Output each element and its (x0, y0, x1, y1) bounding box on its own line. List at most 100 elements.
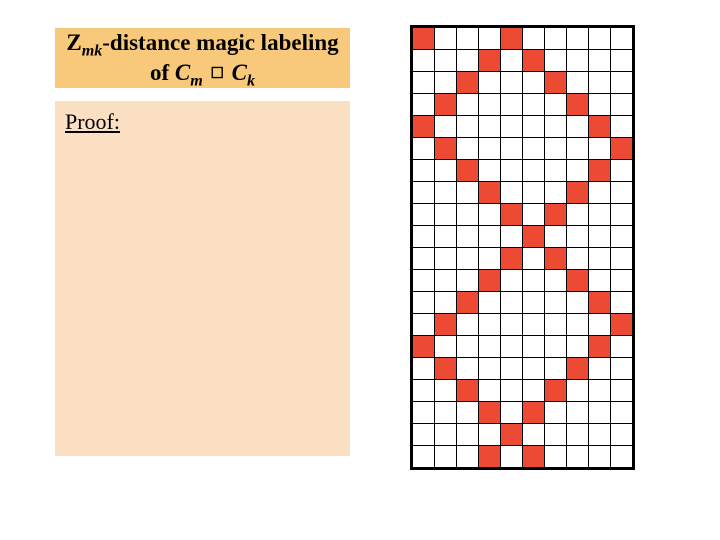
grid-cell (611, 226, 633, 248)
grid-cell (413, 402, 435, 424)
grid-cell (479, 226, 501, 248)
grid-cell (589, 292, 611, 314)
grid-cell (457, 28, 479, 50)
grid-cell (501, 204, 523, 226)
grid-cell (501, 116, 523, 138)
grid-cell (611, 94, 633, 116)
grid-cell (611, 358, 633, 380)
grid-cell (523, 226, 545, 248)
grid-cell (501, 358, 523, 380)
grid-cell (479, 160, 501, 182)
grid-cell (457, 182, 479, 204)
grid-cell (589, 336, 611, 358)
grid-cell (479, 50, 501, 72)
grid-cell (523, 94, 545, 116)
grid-cell (435, 336, 457, 358)
grid-cell (501, 446, 523, 468)
grid-cell (457, 50, 479, 72)
grid-cell (545, 380, 567, 402)
grid-cell (611, 248, 633, 270)
grid-cell (567, 226, 589, 248)
grid-cell (611, 160, 633, 182)
grid-cell (435, 28, 457, 50)
grid-cell (611, 270, 633, 292)
grid-cell (435, 182, 457, 204)
grid-cell (457, 248, 479, 270)
grid-cell (611, 116, 633, 138)
grid-cell (589, 72, 611, 94)
grid-cell (457, 402, 479, 424)
grid-cell (523, 336, 545, 358)
grid-cell (413, 138, 435, 160)
grid-cell (523, 138, 545, 160)
grid-cell (545, 116, 567, 138)
grid-cell (479, 292, 501, 314)
grid-cell (501, 182, 523, 204)
grid-cell (501, 314, 523, 336)
grid-cell (413, 380, 435, 402)
grid-cell (435, 50, 457, 72)
grid-cell (413, 160, 435, 182)
grid-cell (457, 336, 479, 358)
grid-cell (589, 226, 611, 248)
grid-cell (435, 138, 457, 160)
title-line-2: of Cm ☐ Ck (55, 60, 350, 90)
grid-cell (457, 314, 479, 336)
grid-cell (545, 358, 567, 380)
grid-cell (479, 314, 501, 336)
grid-cell (457, 204, 479, 226)
grid-cell (435, 292, 457, 314)
grid-cell (501, 270, 523, 292)
grid-cell (545, 248, 567, 270)
grid-cell (523, 424, 545, 446)
grid-cell (457, 270, 479, 292)
grid-cell (545, 424, 567, 446)
title-box: Zmk-distance magic labeling of Cm ☐ Ck (55, 28, 350, 88)
grid-cell (413, 292, 435, 314)
grid-cell (501, 424, 523, 446)
grid-cell (479, 424, 501, 446)
grid-cell (501, 50, 523, 72)
grid-cell (501, 292, 523, 314)
grid-cell (611, 292, 633, 314)
grid-cell (413, 50, 435, 72)
grid-cell (479, 402, 501, 424)
grid-cell (501, 138, 523, 160)
grid-cell (523, 116, 545, 138)
grid-cell (413, 270, 435, 292)
grid-cell (567, 336, 589, 358)
grid-cell (413, 204, 435, 226)
grid-cell (611, 446, 633, 468)
grid-cell (545, 182, 567, 204)
grid-cell (523, 402, 545, 424)
grid-cell (479, 380, 501, 402)
grid-cell (545, 314, 567, 336)
grid-cell (589, 50, 611, 72)
grid-cell (457, 72, 479, 94)
grid-cell (435, 358, 457, 380)
grid-cell (479, 138, 501, 160)
grid-cell (413, 314, 435, 336)
grid-cell (611, 402, 633, 424)
grid-cell (589, 138, 611, 160)
grid-cell (523, 204, 545, 226)
grid-cell (523, 248, 545, 270)
grid-cell (567, 72, 589, 94)
proof-box: Proof: (55, 101, 350, 456)
grid-cell (611, 182, 633, 204)
grid-cell (435, 226, 457, 248)
grid-cell (589, 358, 611, 380)
grid-cell (567, 380, 589, 402)
grid-cell (457, 358, 479, 380)
grid-cell (523, 358, 545, 380)
grid-cell (479, 270, 501, 292)
grid-cell (479, 94, 501, 116)
grid-cell (413, 182, 435, 204)
grid-cell (589, 270, 611, 292)
grid-cell (567, 116, 589, 138)
grid-cell (523, 270, 545, 292)
grid-cell (523, 72, 545, 94)
grid-cell (501, 28, 523, 50)
grid-cell (435, 380, 457, 402)
grid-cell (545, 402, 567, 424)
